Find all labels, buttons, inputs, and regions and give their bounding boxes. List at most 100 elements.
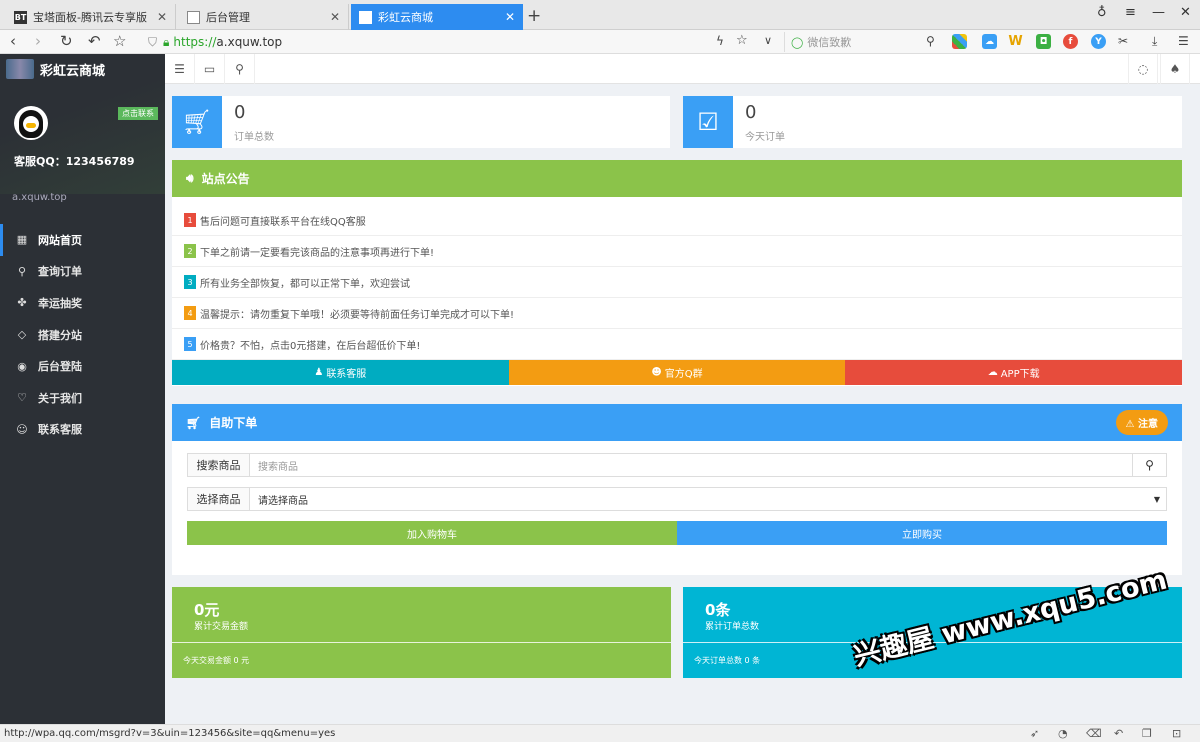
card-foot: 今天订单总数 0 条 — [694, 656, 761, 665]
qq-group-button[interactable]: ☻ 官方Q群 — [508, 360, 846, 385]
button-label: 联系客服 — [326, 369, 367, 380]
apps-icon[interactable] — [952, 34, 967, 49]
undo-icon[interactable]: ↶ — [88, 32, 101, 50]
sidebar-item-label: 幸运抽奖 — [38, 296, 82, 310]
sidebar-item-admin-login[interactable]: ◉ 后台登陆 — [0, 350, 165, 382]
zoom-icon[interactable]: ⊡ — [1172, 727, 1181, 740]
browser-search-box[interactable]: ◯ 微信致歉 — [784, 32, 944, 52]
button-label: APP下载 — [1000, 369, 1040, 380]
browser-tabbar: BT 宝塔面板-腾讯云专享版 ✕ 后台管理 ✕ 彩虹云商城 ✕ + ♁ ≡ — … — [0, 0, 1200, 30]
tab-baota[interactable]: BT 宝塔面板-腾讯云专享版 ✕ — [6, 4, 176, 30]
sidebar-menu: ▦ 网站首页 ⚲ 查询订单 ✤ 幸运抽奖 ◇ 搭建分站 ◉ 后台登陆 ♡ 关于我们 ☺ 联系客… — [0, 224, 165, 445]
sidebar-item-label: 搭建分站 — [38, 328, 82, 342]
y-icon[interactable]: Y — [1091, 34, 1106, 49]
panel-title: 站点公告 — [201, 172, 250, 186]
heart-icon: ♡ — [17, 391, 27, 405]
card-value: 0条 — [705, 601, 731, 619]
chat-icon[interactable]: ◘ — [1036, 34, 1051, 49]
minimize-icon[interactable]: — — [1152, 5, 1165, 20]
site-domain: a.xquw.top — [12, 192, 67, 203]
contact-tag[interactable]: 点击联系 — [118, 107, 158, 120]
notice-text: 所有业务全部恢复，都可以正常下单，欢迎尝试 — [200, 278, 410, 290]
close-window-icon[interactable]: ✕ — [1180, 5, 1191, 20]
qq-line: 客服QQ：123456789 — [14, 155, 135, 168]
weibo-icon[interactable]: f — [1063, 34, 1078, 49]
user-icon: ☺ — [16, 422, 28, 436]
buy-now-button[interactable]: 立即购买 — [677, 521, 1167, 545]
notice-item: 2 下单之前请一定要看完该商品的注意事项再进行下单! — [172, 236, 1182, 267]
sidebar-item-lottery[interactable]: ✤ 幸运抽奖 — [0, 287, 165, 319]
rocket-icon[interactable]: ➶ — [1030, 727, 1039, 740]
card-icon[interactable]: ▭ — [195, 54, 225, 84]
window-icon[interactable]: ❐ — [1142, 727, 1152, 740]
speaker-icon: 🔊︎ — [186, 171, 194, 185]
select-product-dropdown[interactable]: 请选择商品 — [250, 492, 1154, 507]
sidebar-item-label: 联系客服 — [38, 423, 82, 437]
reload-icon[interactable]: ↻ — [60, 32, 73, 50]
avatar[interactable] — [14, 106, 48, 140]
shirt-icon[interactable]: ♁ — [1097, 5, 1107, 20]
sidebar-item-home[interactable]: ▦ 网站首页 — [0, 224, 165, 256]
search-engine-icon: ◯ — [791, 35, 804, 49]
w-icon[interactable]: W — [1008, 34, 1023, 49]
bookmark-star-icon[interactable]: ☆ — [736, 33, 748, 48]
download-icon[interactable]: ⤓ — [1152, 34, 1157, 49]
more-icon[interactable]: ☰ — [1178, 34, 1189, 48]
bell-icon[interactable]: ♠ — [1160, 54, 1190, 84]
card-label: 累计订单总数 — [705, 622, 760, 632]
cart-icon: 🛒︎ — [172, 96, 222, 148]
brand-name: 彩虹云商城 — [40, 63, 106, 79]
sidebar-item-query-order[interactable]: ⚲ 查询订单 — [0, 256, 165, 288]
notice-item: 1 售后问题可直接联系平台在线QQ客服 — [172, 205, 1182, 236]
lightning-icon[interactable]: ϟ — [716, 34, 724, 48]
globe-icon: ◉ — [17, 359, 27, 373]
undo-icon[interactable]: ↶ — [1114, 727, 1123, 740]
search-product-input[interactable]: 搜索商品 — [250, 458, 1132, 473]
chevron-down-icon[interactable]: ∨ — [764, 34, 772, 47]
scissors-icon[interactable]: ✂ — [1118, 34, 1128, 48]
diamond-icon: ◇ — [17, 328, 27, 342]
speed-icon[interactable]: ◔ — [1058, 727, 1068, 740]
order-header: 🛒︎ 自助下单 ⚠ 注意 — [172, 404, 1182, 441]
tab-shop[interactable]: 彩虹云商城 ✕ — [351, 4, 523, 30]
brand-logo — [6, 59, 34, 79]
sidebar-item-label: 关于我们 — [38, 391, 82, 405]
notice-button[interactable]: ⚠ 注意 — [1115, 410, 1168, 435]
refresh-icon[interactable]: ◌ — [1128, 54, 1158, 84]
sidebar-item-label: 网站首页 — [38, 233, 82, 247]
close-icon[interactable]: ✕ — [157, 10, 167, 24]
search-button[interactable]: ⚲ — [1132, 454, 1166, 476]
app-download-button[interactable]: ☁ APP下载 — [845, 360, 1183, 385]
shield-icon: ⛉ — [148, 34, 158, 49]
new-tab-icon[interactable]: + — [527, 6, 541, 26]
add-to-cart-button[interactable]: 加入购物车 — [187, 521, 677, 545]
status-bar: http://wpa.qq.com/msgrd?v=3&uin=123456&s… — [0, 724, 1200, 742]
sidebar-item-contact[interactable]: ☺ 联系客服 — [0, 414, 165, 446]
search-icon[interactable]: ⚲ — [225, 54, 255, 84]
address-bar[interactable]: ⛉ 🔒︎ https:// a.xquw.top — [148, 32, 758, 52]
forward-icon[interactable]: › — [35, 32, 41, 50]
list-icon[interactable]: ☰ — [165, 54, 195, 84]
sidebar: 彩虹云商城 点击联系 客服QQ：123456789 a.xquw.top ▦ 网站… — [0, 54, 165, 724]
button-label: 官方Q群 — [664, 369, 703, 380]
star-icon[interactable]: ☆ — [113, 32, 126, 50]
close-icon[interactable]: ✕ — [505, 10, 515, 24]
page-icon — [187, 10, 200, 24]
grid-icon: ▦ — [16, 233, 28, 247]
close-icon[interactable]: ✕ — [330, 10, 340, 24]
sidebar-item-about[interactable]: ♡ 关于我们 — [0, 382, 165, 414]
tab-title: 宝塔面板-腾讯云专享版 — [33, 11, 147, 24]
stat-value: 0 — [745, 102, 757, 123]
tab-admin[interactable]: 后台管理 ✕ — [179, 4, 349, 30]
menu-icon[interactable]: ≡ — [1125, 5, 1136, 20]
cloud-icon[interactable]: ☁ — [982, 34, 997, 49]
brand[interactable]: 彩虹云商城 — [0, 54, 165, 84]
back-icon[interactable]: ‹ — [10, 32, 16, 50]
sidebar-item-substation[interactable]: ◇ 搭建分站 — [0, 319, 165, 351]
top-toolbar: ☰ ▭ ⚲ ◌ ♠ — [165, 54, 1200, 84]
trash-icon[interactable]: ⌫ — [1086, 727, 1102, 740]
stat-label: 订单总数 — [234, 132, 274, 143]
notice-num: 2 — [184, 244, 196, 258]
contact-service-button[interactable]: ♟ 联系客服 — [172, 360, 509, 385]
search-icon[interactable]: ⚲ — [926, 34, 935, 48]
